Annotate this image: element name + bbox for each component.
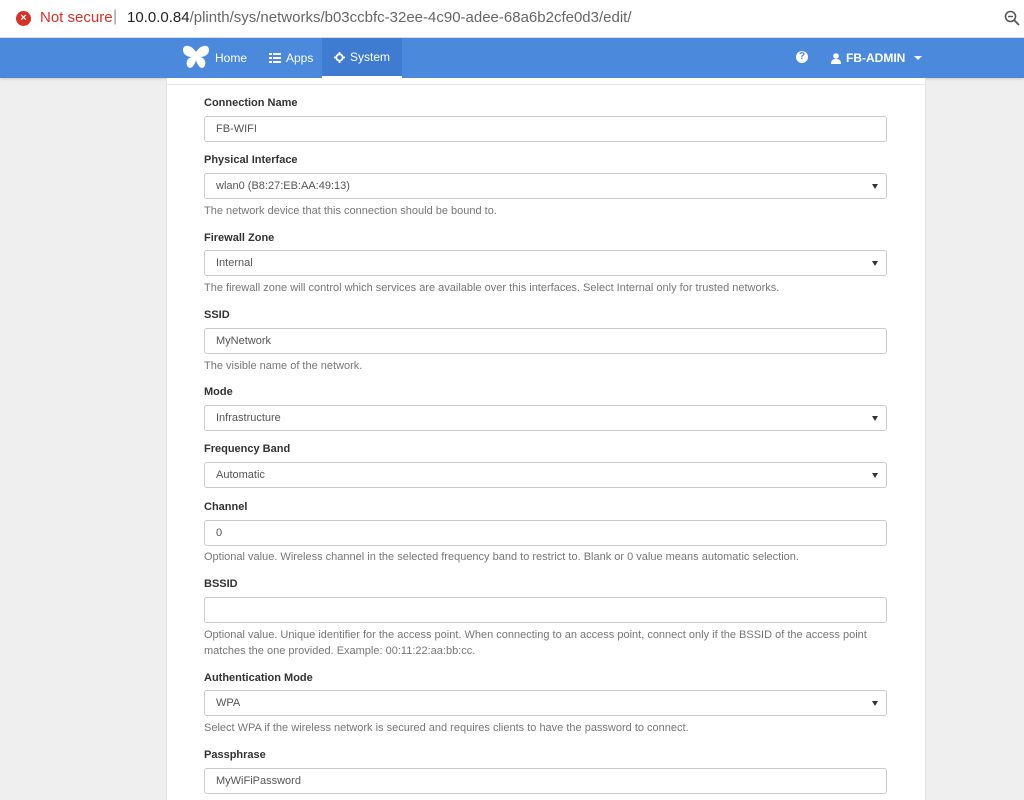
url-path: /plinth/sys/networks/b03ccbfc-32ee-4c90-… xyxy=(189,9,632,26)
connection-name-label: Connection Name xyxy=(204,97,298,109)
frequency-band-label: Frequency Band xyxy=(204,443,291,455)
gear-icon xyxy=(334,51,345,63)
user-menu-label: FB-ADMIN xyxy=(846,51,906,65)
firewall-zone-select[interactable]: Internal xyxy=(204,250,887,276)
zoom-icon[interactable] xyxy=(1003,9,1021,27)
help-icon[interactable]: ? xyxy=(796,51,808,63)
physical-interface-label: Physical Interface xyxy=(204,154,298,166)
user-menu[interactable]: FB-ADMIN xyxy=(831,38,923,78)
ssid-input[interactable]: MyNetwork xyxy=(204,328,887,354)
not-secure-icon[interactable]: × xyxy=(16,11,31,26)
dropdown-arrow-icon xyxy=(872,473,878,478)
authentication-mode-select[interactable]: WPA xyxy=(204,690,887,716)
browser-address-bar: × Not secure | 10.0.0.84/plinth/sys/netw… xyxy=(0,0,1024,38)
ssid-label: SSID xyxy=(204,309,230,321)
channel-label: Channel xyxy=(204,501,248,513)
frequency-band-value: Automatic xyxy=(216,469,265,481)
mode-value: Infrastructure xyxy=(216,412,281,424)
url-text[interactable]: 10.0.0.84/plinth/sys/networks/b03ccbfc-3… xyxy=(127,9,632,26)
divider xyxy=(167,84,925,85)
dropdown-arrow-icon xyxy=(872,261,878,266)
url-separator: | xyxy=(113,8,118,25)
firewall-zone-help: The firewall zone will control which ser… xyxy=(204,282,780,294)
authentication-mode-label: Authentication Mode xyxy=(204,672,313,684)
dropdown-arrow-icon xyxy=(872,701,878,706)
bssid-help: Optional value. Unique identifier for th… xyxy=(204,629,867,657)
bssid-input[interactable] xyxy=(204,597,887,623)
ssid-help: The visible name of the network. xyxy=(204,360,363,372)
nav-home[interactable]: Home xyxy=(215,38,247,78)
authentication-mode-help: Select WPA if the wireless network is se… xyxy=(204,722,689,734)
physical-interface-help: The network device that this connection … xyxy=(204,205,497,217)
firewall-zone-value: Internal xyxy=(216,257,253,269)
physical-interface-value: wlan0 (B8:27:EB:AA:49:13) xyxy=(216,180,350,192)
nav-apps[interactable]: Apps xyxy=(269,38,313,78)
channel-input[interactable]: 0 xyxy=(204,520,887,546)
form-panel: Connection Name FB-WIFI Physical Interfa… xyxy=(166,78,926,800)
firewall-zone-label: Firewall Zone xyxy=(204,232,275,244)
nav-apps-label: Apps xyxy=(286,51,314,65)
nav-system-label: System xyxy=(350,50,391,64)
bssid-label: BSSID xyxy=(204,578,238,590)
connection-name-input[interactable]: FB-WIFI xyxy=(204,116,887,142)
nav-system[interactable]: System xyxy=(322,38,403,78)
passphrase-label: Passphrase xyxy=(204,749,266,761)
physical-interface-select[interactable]: wlan0 (B8:27:EB:AA:49:13) xyxy=(204,173,887,199)
nav-home-label: Home xyxy=(215,51,248,65)
passphrase-input[interactable]: MyWiFiPassword xyxy=(204,768,887,794)
grid-list-icon xyxy=(269,53,281,63)
user-icon xyxy=(831,52,841,64)
dropdown-arrow-icon xyxy=(872,184,878,189)
chevron-down-icon xyxy=(914,56,923,60)
top-navbar: Home Apps System ? FB-ADMIN xyxy=(0,38,1024,78)
channel-help: Optional value. Wireless channel in the … xyxy=(204,551,799,563)
frequency-band-select[interactable]: Automatic xyxy=(204,462,887,488)
mode-select[interactable]: Infrastructure xyxy=(204,405,887,431)
security-label[interactable]: Not secure xyxy=(40,9,113,26)
freedombox-logo-icon[interactable] xyxy=(181,43,211,71)
url-host: 10.0.0.84 xyxy=(127,9,190,26)
dropdown-arrow-icon xyxy=(872,416,878,421)
mode-label: Mode xyxy=(204,386,233,398)
authentication-mode-value: WPA xyxy=(216,697,241,709)
